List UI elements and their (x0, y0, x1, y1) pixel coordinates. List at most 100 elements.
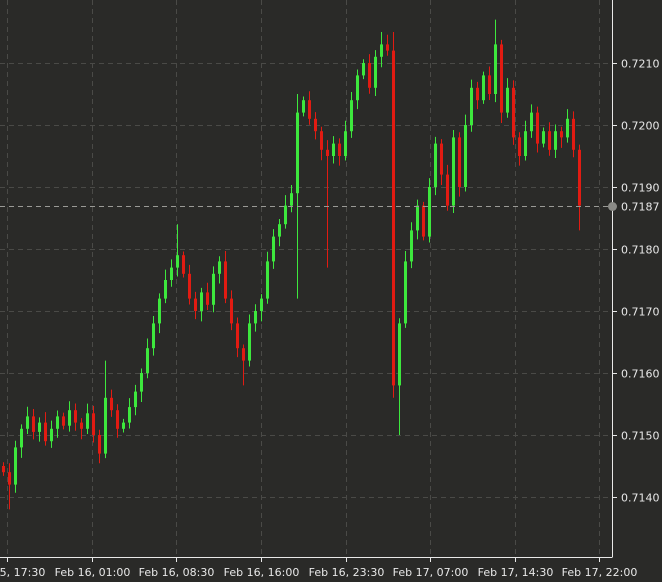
candle-body (26, 416, 29, 429)
candle-body (110, 397, 113, 411)
candle-body (254, 311, 257, 324)
candle-body (206, 292, 209, 305)
candle-body (242, 348, 245, 361)
candle-body (236, 323, 239, 349)
y-tick-label: 0.7180 (621, 244, 660, 257)
candle-body (410, 230, 413, 262)
current-price-marker (608, 202, 617, 211)
candle-body (380, 44, 383, 57)
candle-body (434, 143, 437, 187)
candle-body (506, 87, 509, 113)
x-tick-label: Feb 17, 07:00 (393, 566, 469, 579)
candle-body (338, 143, 341, 156)
candle-body (56, 416, 59, 429)
candle-body (356, 75, 359, 101)
candle-body (194, 298, 197, 311)
candle-body (230, 298, 233, 324)
candle-body (422, 205, 425, 237)
candle-body (458, 137, 461, 187)
candle-body (344, 131, 347, 156)
candle-body (62, 416, 65, 426)
candlestick-chart-svg: 0.7140 0.7150 0.7160 0.7170 0.7180 0.7190 0.72… (0, 0, 660, 579)
candle-body (116, 410, 119, 429)
candle-body (80, 422, 83, 429)
candle-body (260, 298, 263, 311)
x-tick-label: Feb 15, 17:30 (0, 566, 45, 579)
candle-body (326, 149, 329, 156)
y-tick-label: 0.7150 (621, 430, 660, 443)
candle-body (296, 112, 299, 194)
candle-body (92, 413, 95, 435)
candle-body (200, 292, 203, 311)
candle-body (542, 131, 545, 144)
x-tick-label: Feb 17, 22:00 (562, 566, 638, 579)
candle-body (440, 143, 443, 175)
x-tick-label: Feb 16, 01:00 (55, 566, 131, 579)
x-tick-label: Feb 16, 08:30 (139, 566, 215, 579)
candle-body (566, 118, 569, 138)
candle-body (152, 323, 155, 349)
candle-body (212, 273, 215, 305)
y-tick-label: 0.7210 (621, 58, 660, 71)
candle-body (32, 416, 35, 432)
x-tick-label: Feb 16, 23:30 (309, 566, 385, 579)
candle-body (464, 125, 467, 187)
candle-body (494, 44, 497, 94)
candle-body (98, 435, 101, 454)
candle-body (170, 267, 173, 280)
candle-body (446, 174, 449, 206)
candle-body (362, 63, 365, 76)
candle-body (398, 323, 401, 386)
candle-body (182, 255, 185, 274)
candle-body (368, 63, 371, 88)
candle-body (404, 261, 407, 324)
candle-body (536, 112, 539, 144)
candle-body (350, 100, 353, 132)
candle-body (38, 422, 41, 432)
current-price-label: 0.7187 (621, 201, 660, 214)
candle-body (128, 407, 131, 423)
y-tick-label: 0.7160 (621, 368, 660, 381)
candle-body (416, 205, 419, 231)
x-axis: Feb 15, 17:30 Feb 16, 01:00 Feb 16, 08:30 F… (0, 557, 637, 579)
candle-body (476, 87, 479, 101)
candle-body (548, 131, 551, 150)
candle-body (428, 187, 431, 237)
candle-body (146, 348, 149, 373)
candle-body (554, 131, 557, 150)
candle-body (44, 422, 47, 442)
y-axis: 0.7140 0.7150 0.7160 0.7170 0.7180 0.7190 0.72… (612, 58, 660, 505)
candle-body (176, 255, 179, 268)
candle-body (488, 75, 491, 94)
x-tick-label: Feb 16, 16:00 (224, 566, 300, 579)
candle-body (134, 391, 137, 408)
candle-body (284, 205, 287, 225)
candle-body (158, 298, 161, 324)
candle-body (2, 466, 5, 473)
candle-body (266, 261, 269, 299)
candle-body (68, 410, 71, 426)
candle-body (386, 44, 389, 51)
y-tick-label: 0.7200 (621, 120, 660, 133)
y-tick-label: 0.7140 (621, 492, 660, 505)
candle-body (374, 56, 377, 88)
y-tick-label: 0.7190 (621, 182, 660, 195)
x-tick-label: Feb 17, 14:30 (478, 566, 554, 579)
candle-body (140, 373, 143, 392)
candle-body (500, 44, 503, 113)
candle-body (224, 261, 227, 299)
price-chart: 0.7140 0.7150 0.7160 0.7170 0.7180 0.7190 0.72… (0, 0, 662, 582)
candle-body (578, 149, 581, 206)
candle-body (8, 472, 11, 485)
candle-body (530, 112, 533, 132)
candle-body (14, 447, 17, 485)
y-tick-label: 0.7170 (621, 306, 660, 319)
candle-body (524, 131, 527, 156)
candle-body (560, 131, 563, 138)
candle-body (482, 75, 485, 101)
candle-body (470, 87, 473, 125)
candle-body (518, 137, 521, 156)
candle-body (314, 118, 317, 132)
candle-body (104, 397, 107, 454)
candle-body (272, 236, 275, 262)
